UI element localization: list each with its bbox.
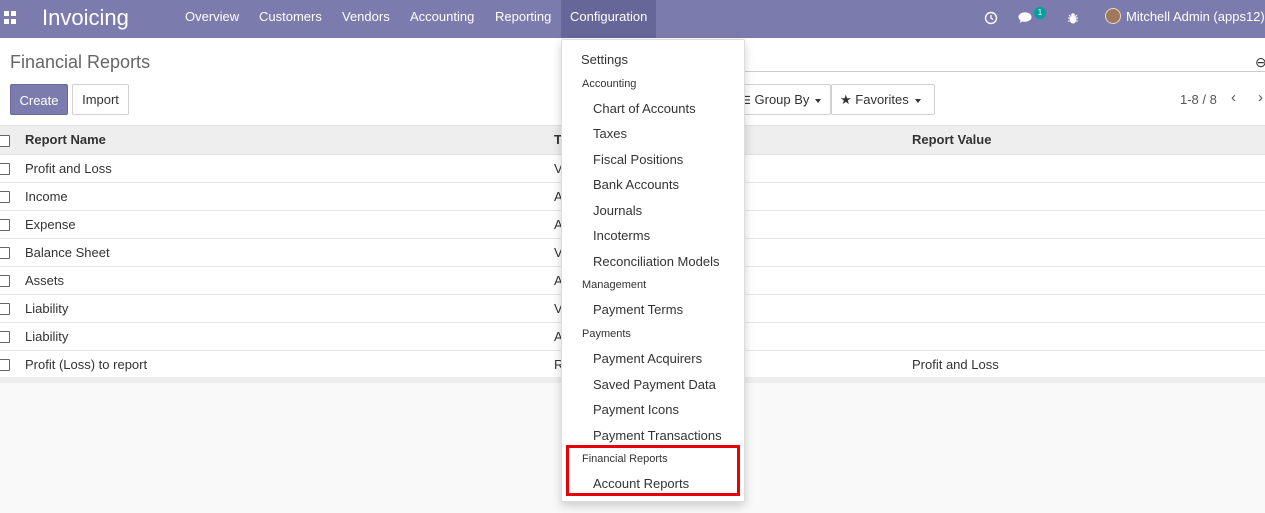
row-select-cell[interactable] (0, 293, 21, 322)
menu-customers[interactable]: Customers (250, 0, 331, 38)
row-checkbox[interactable] (0, 275, 10, 288)
top-navbar: Invoicing Overview Customers Vendors Acc… (0, 0, 1265, 38)
pager-value[interactable]: 1-8 / 8 (1180, 92, 1217, 107)
activity-clock-icon[interactable] (984, 0, 998, 38)
column-report-name[interactable]: Report Name (21, 126, 550, 155)
menu-accounting[interactable]: Accounting (401, 0, 483, 38)
import-button[interactable]: Import (72, 84, 129, 115)
menu-overview[interactable]: Overview (176, 0, 248, 38)
search-options-toggle-icon[interactable]: ⊖ (1255, 54, 1265, 71)
favorites-button[interactable]: ★ Favorites (831, 84, 935, 115)
app-brand[interactable]: Invoicing (42, 5, 129, 31)
dropdown-header-management: Management (582, 279, 647, 291)
page-title: Financial Reports (10, 52, 151, 72)
report-value-cell (908, 265, 1265, 294)
dropdown-header-payments: Payments (582, 328, 631, 340)
row-checkbox[interactable] (0, 359, 10, 372)
report-name-cell: Liability (21, 293, 550, 322)
dropdown-item-settings[interactable]: Settings (581, 52, 763, 67)
row-select-cell[interactable] (0, 209, 21, 238)
chat-count-badge: 1 (1034, 7, 1046, 19)
report-name-cell: Assets (21, 265, 550, 294)
row-checkbox[interactable] (0, 331, 10, 344)
menu-vendors[interactable]: Vendors (333, 0, 399, 38)
row-checkbox[interactable] (0, 303, 10, 316)
highlight-annotation-box (566, 445, 740, 496)
debug-bug-icon[interactable] (1067, 0, 1079, 38)
row-checkbox[interactable] (0, 219, 10, 232)
search-input[interactable] (745, 71, 1265, 72)
dropdown-item-incoterms[interactable]: Incoterms (593, 228, 775, 243)
column-report-value[interactable]: Report Value (908, 126, 1265, 155)
report-name-cell: Income (21, 181, 550, 210)
pager-next-icon[interactable]: › (1258, 89, 1263, 106)
row-select-cell[interactable] (0, 153, 21, 182)
report-value-cell: Profit and Loss (908, 349, 1265, 378)
user-avatar[interactable] (1105, 8, 1121, 24)
row-checkbox[interactable] (0, 247, 10, 260)
dropdown-item-saved-payment-data[interactable]: Saved Payment Data (593, 377, 775, 392)
dropdown-item-taxes[interactable]: Taxes (593, 126, 775, 141)
menu-reporting[interactable]: Reporting (486, 0, 560, 38)
row-select-cell[interactable] (0, 265, 21, 294)
configuration-dropdown: Settings Accounting Chart of Accounts Ta… (561, 39, 745, 502)
user-menu[interactable]: Mitchell Admin (apps12) (1126, 0, 1265, 38)
report-value-cell (908, 293, 1265, 322)
dropdown-item-reconciliation-models[interactable]: Reconciliation Models (593, 254, 775, 269)
row-select-cell[interactable] (0, 237, 21, 266)
dropdown-item-bank-accounts[interactable]: Bank Accounts (593, 177, 775, 192)
dropdown-header-accounting: Accounting (582, 78, 637, 90)
report-name-cell: Liability (21, 321, 550, 350)
menu-configuration[interactable]: Configuration (561, 0, 656, 38)
favorites-label: Favorites (855, 92, 909, 107)
report-value-cell (908, 237, 1265, 266)
star-icon: ★ (840, 92, 852, 107)
chat-bubbles-icon[interactable] (1018, 0, 1034, 38)
dropdown-item-chart-of-accounts[interactable]: Chart of Accounts (593, 101, 775, 116)
dropdown-item-journals[interactable]: Journals (593, 203, 775, 218)
apps-menu-icon[interactable] (4, 11, 17, 24)
report-value-cell (908, 181, 1265, 210)
report-value-cell (908, 153, 1265, 182)
select-all-cell[interactable] (0, 126, 21, 155)
row-select-cell[interactable] (0, 181, 21, 210)
row-checkbox[interactable] (0, 163, 10, 176)
pager-previous-icon[interactable]: ‹ (1231, 89, 1236, 106)
report-name-cell: Profit (Loss) to report (21, 349, 550, 378)
row-select-cell[interactable] (0, 349, 21, 378)
report-value-cell (908, 209, 1265, 238)
create-button[interactable]: Create (10, 84, 68, 115)
dropdown-item-payment-transactions[interactable]: Payment Transactions (593, 428, 775, 443)
dropdown-item-payment-terms[interactable]: Payment Terms (593, 302, 775, 317)
dropdown-item-payment-icons[interactable]: Payment Icons (593, 402, 775, 417)
dropdown-item-fiscal-positions[interactable]: Fiscal Positions (593, 152, 775, 167)
report-name-cell: Expense (21, 209, 550, 238)
row-checkbox[interactable] (0, 191, 10, 204)
report-value-cell (908, 321, 1265, 350)
row-select-cell[interactable] (0, 321, 21, 350)
select-all-checkbox[interactable] (0, 134, 10, 147)
report-name-cell: Balance Sheet (21, 237, 550, 266)
report-name-cell: Profit and Loss (21, 153, 550, 182)
dropdown-item-payment-acquirers[interactable]: Payment Acquirers (593, 351, 775, 366)
